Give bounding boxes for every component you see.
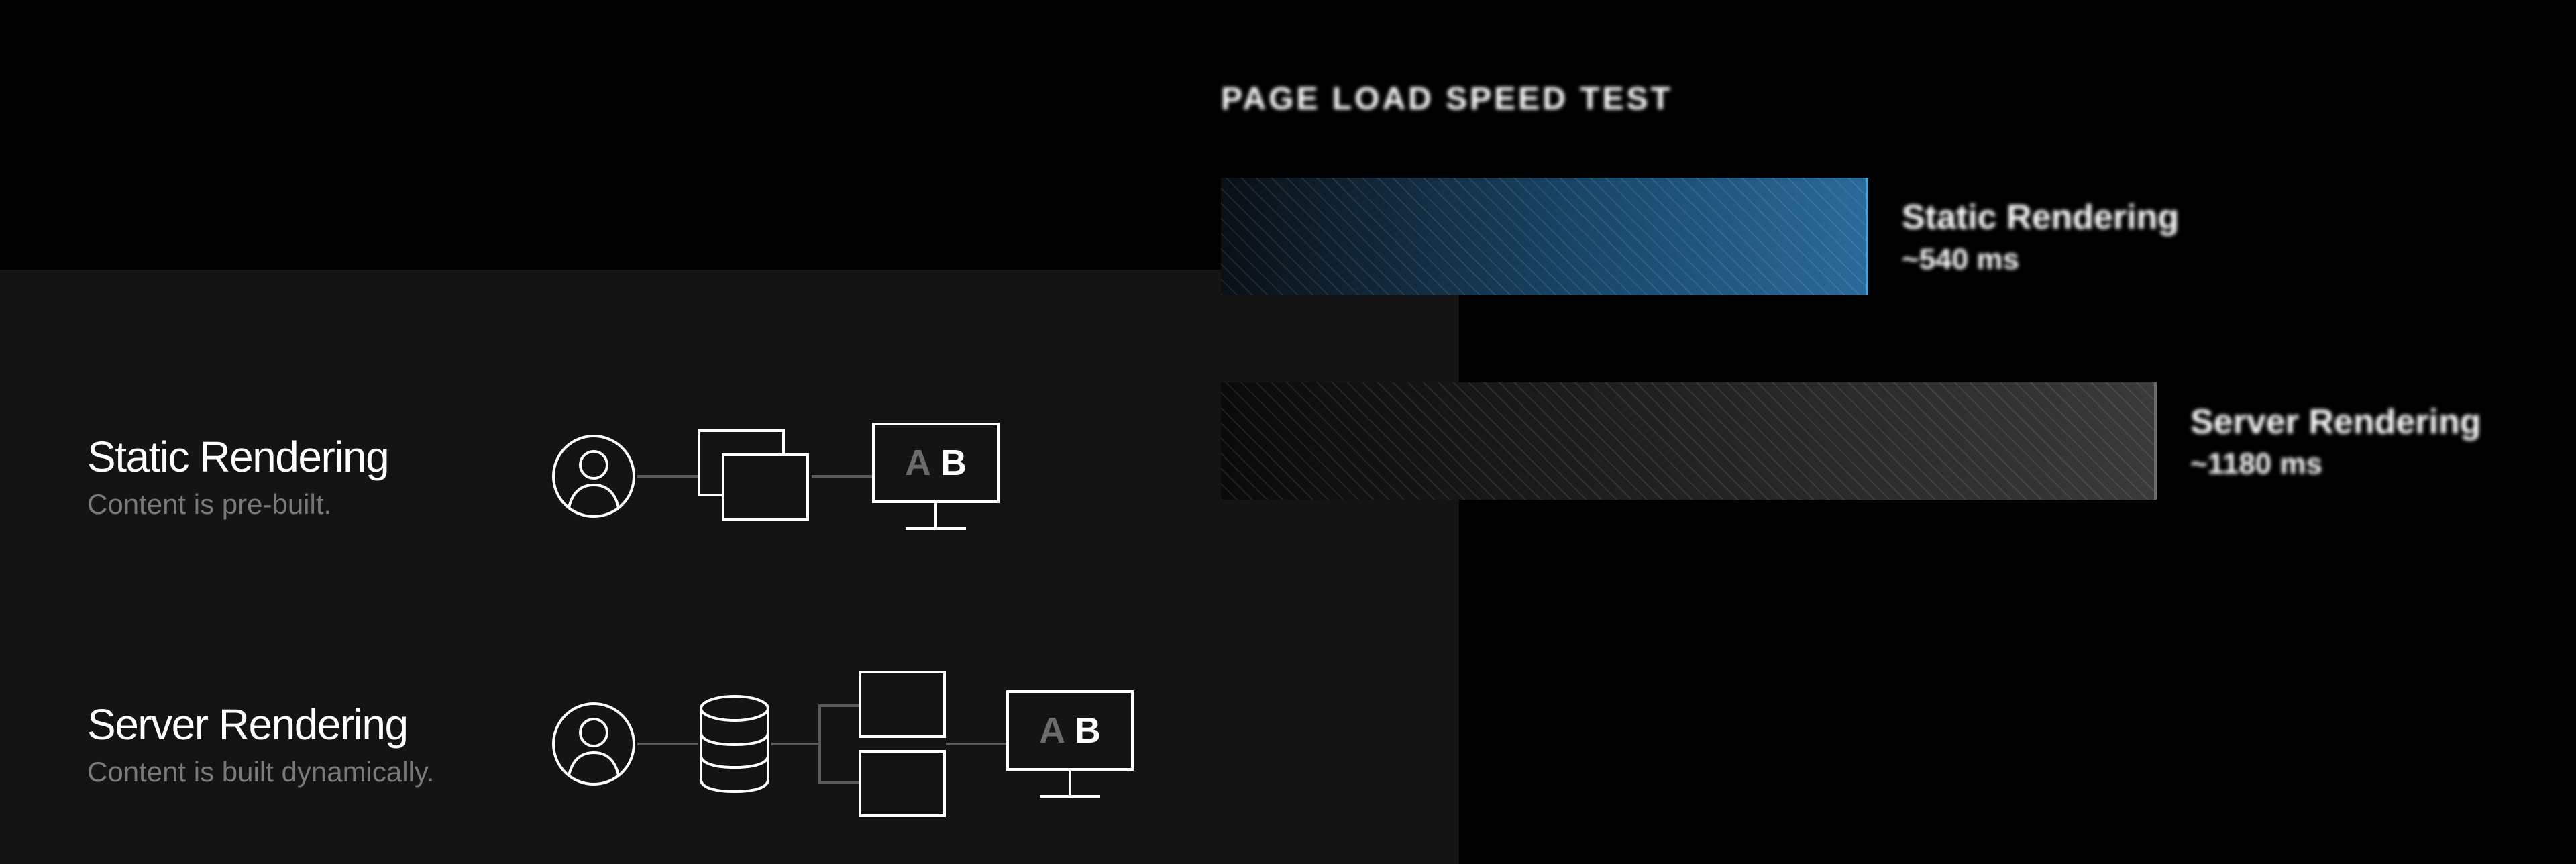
chart-bar-server xyxy=(1221,382,2157,500)
static-rendering-title: Static Rendering xyxy=(87,432,550,482)
static-rendering-text: Static Rendering Content is pre-built. xyxy=(87,432,550,521)
chart-bar-static-row: Static Rendering ~540 ms xyxy=(1221,178,2496,295)
user-icon xyxy=(550,433,637,520)
monitor-letter-a: A xyxy=(1039,710,1065,751)
static-rendering-subtitle: Content is pre-built. xyxy=(87,488,550,521)
server-rendering-row: Server Rendering Content is built dynami… xyxy=(87,671,1459,817)
server-rendering-title: Server Rendering xyxy=(87,700,550,749)
chart-bar-static-name: Static Rendering xyxy=(1902,197,2179,237)
chart-bar-static-value: ~540 ms xyxy=(1902,243,2179,276)
page-load-speed-chart: PAGE LOAD SPEED TEST Static Rendering ~5… xyxy=(1221,80,2496,500)
chart-bar-server-value: ~1180 ms xyxy=(2190,447,2481,481)
chart-bar-server-name: Server Rendering xyxy=(2190,402,2481,442)
database-icon xyxy=(698,694,771,794)
monitor-letter-b: B xyxy=(1075,710,1101,751)
connector-line xyxy=(812,475,872,478)
monitor-icon: A B xyxy=(1006,690,1134,798)
two-pages-icon xyxy=(859,671,946,817)
chart-bar-static-label: Static Rendering ~540 ms xyxy=(1902,197,2179,276)
server-rendering-subtitle: Content is built dynamically. xyxy=(87,756,550,788)
chart-bar-static xyxy=(1221,178,1868,295)
monitor-icon: A B xyxy=(872,423,1000,530)
connector-line xyxy=(771,743,818,745)
pages-icon xyxy=(698,429,812,523)
connector-line xyxy=(946,743,1006,745)
static-pipeline: A B xyxy=(550,423,1000,530)
chart-bar-server-row: Server Rendering ~1180 ms xyxy=(1221,382,2496,500)
split-bracket xyxy=(818,671,859,817)
monitor-letter-a: A xyxy=(905,442,931,484)
server-pipeline: A B xyxy=(550,671,1134,817)
monitor-letter-b: B xyxy=(941,442,967,484)
user-icon xyxy=(550,700,637,788)
chart-title: PAGE LOAD SPEED TEST xyxy=(1221,80,2496,117)
connector-line xyxy=(637,743,698,745)
connector-line xyxy=(637,475,698,478)
server-rendering-text: Server Rendering Content is built dynami… xyxy=(87,700,550,788)
chart-bar-server-label: Server Rendering ~1180 ms xyxy=(2190,402,2481,481)
